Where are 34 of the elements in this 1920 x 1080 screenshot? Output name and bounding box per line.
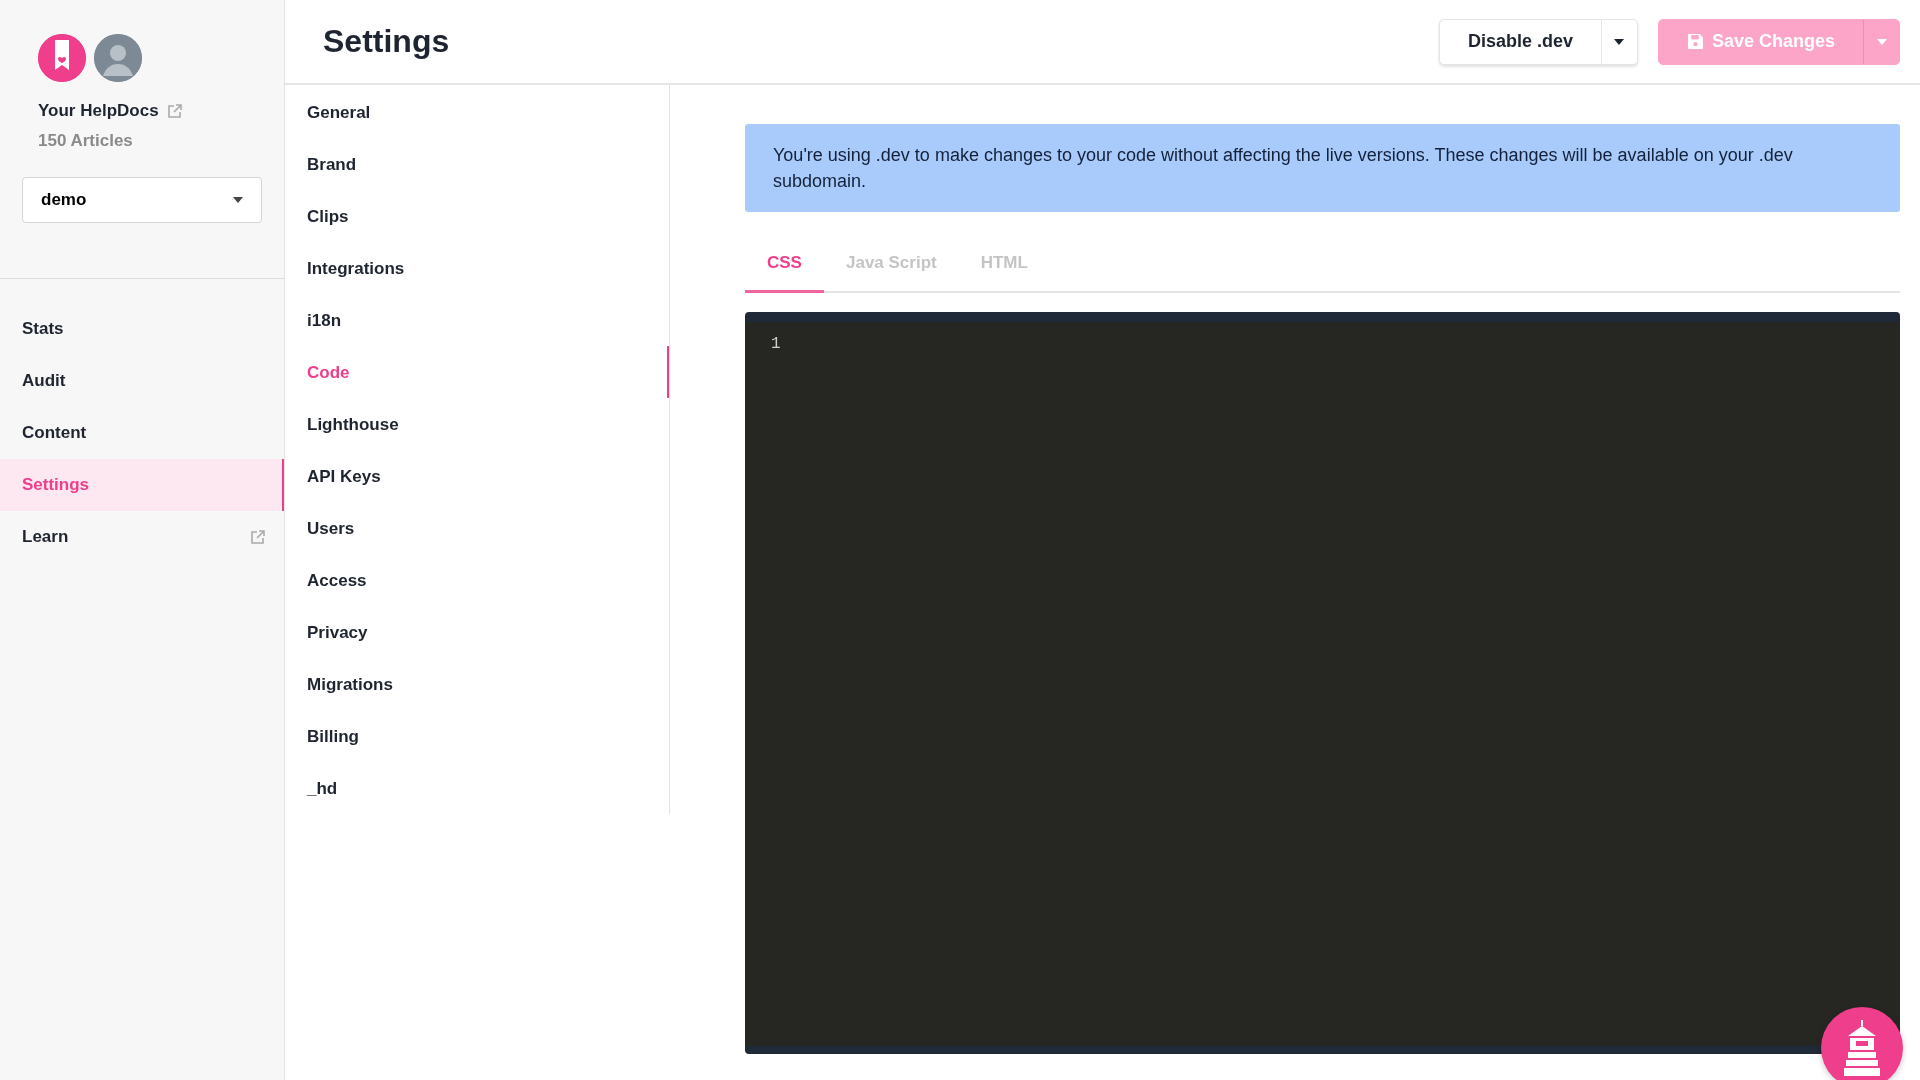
sidebar-item[interactable]: Content — [0, 407, 284, 459]
settings-nav-item[interactable]: Code — [285, 346, 669, 398]
tab[interactable]: CSS — [745, 240, 824, 293]
sidebar-item[interactable]: Learn — [0, 511, 284, 563]
caret-icon — [1876, 38, 1887, 45]
settings-nav-item[interactable]: Brand — [285, 138, 669, 190]
line-number: 1 — [771, 333, 782, 355]
settings-nav-item[interactable]: Billing — [285, 710, 669, 762]
settings-nav-item[interactable]: Users — [285, 502, 669, 554]
settings-nav-item[interactable]: Lighthouse — [285, 398, 669, 450]
caret-icon — [1614, 38, 1625, 45]
sidebar-item-label: Learn — [22, 526, 69, 549]
sidebar-item[interactable]: Audit — [0, 355, 284, 407]
article-count: 150 Articles — [38, 130, 133, 150]
account-name[interactable]: Your HelpDocs — [38, 98, 159, 124]
settings-nav-item[interactable]: API Keys — [285, 450, 669, 502]
page-title: Settings — [323, 22, 450, 61]
settings-nav-item[interactable]: Integrations — [285, 242, 669, 294]
external-link-icon[interactable] — [166, 102, 183, 119]
sidebar-item[interactable]: Stats — [0, 303, 284, 355]
settings-nav-item[interactable]: Migrations — [285, 658, 669, 710]
avatar-placeholder[interactable] — [94, 34, 142, 82]
code-editor[interactable]: 1 — [745, 311, 1900, 1054]
workspace-select[interactable]: demo — [22, 177, 262, 223]
settings-nav-item[interactable]: Clips — [285, 190, 669, 242]
settings-nav-item[interactable]: Privacy — [285, 606, 669, 658]
caret-icon — [233, 197, 243, 203]
save-icon — [1686, 33, 1704, 50]
settings-nav-item[interactable]: i18n — [285, 294, 669, 346]
settings-nav-item[interactable]: _hd — [285, 762, 669, 814]
settings-nav-item[interactable]: Access — [285, 554, 669, 606]
info-alert: You're using .dev to make changes to your code without affecting the live versions. These changes will be available on your .dev subdomain. — [745, 124, 1900, 212]
settings-nav-item[interactable]: General — [285, 86, 669, 138]
logo-icon — [38, 34, 86, 82]
